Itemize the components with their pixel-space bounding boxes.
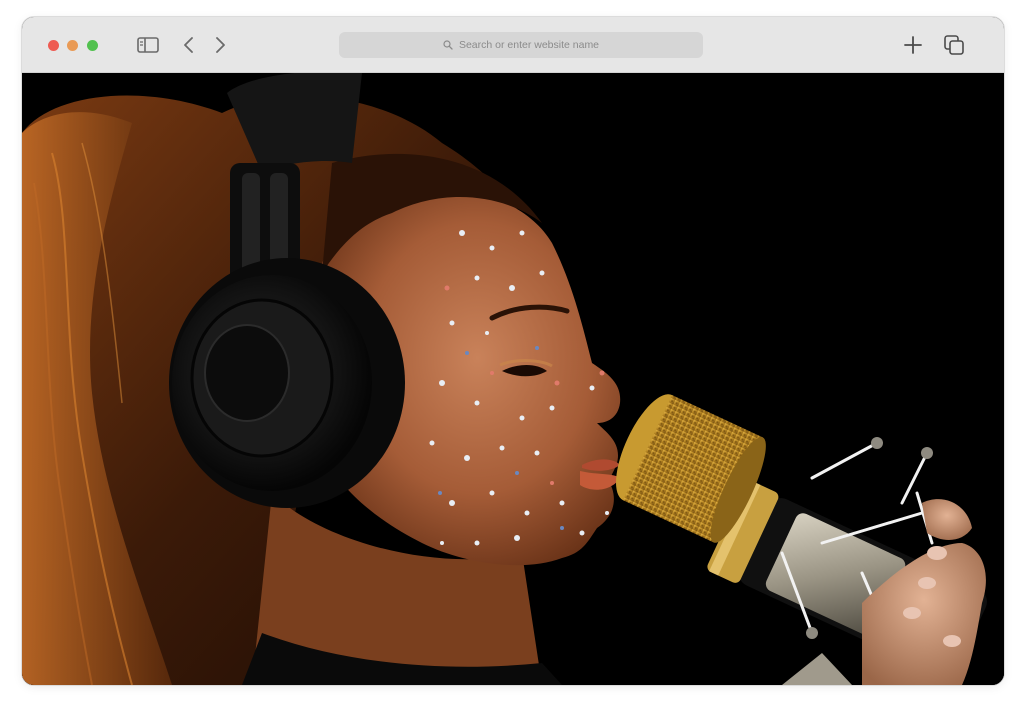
minimize-window-button[interactable] xyxy=(67,40,78,51)
browser-toolbar: Search or enter website name xyxy=(22,17,1004,73)
sidebar-toggle-button[interactable] xyxy=(135,33,161,57)
forward-icon xyxy=(214,37,226,53)
new-tab-button[interactable] xyxy=(900,33,926,57)
zoom-window-button[interactable] xyxy=(87,40,98,51)
browser-window: Search or enter website name xyxy=(22,17,1004,685)
plus-icon xyxy=(904,36,922,54)
back-icon xyxy=(183,37,195,53)
address-placeholder: Search or enter website name xyxy=(458,39,600,51)
back-button[interactable] xyxy=(176,33,202,57)
forward-button[interactable] xyxy=(207,33,233,57)
close-window-button[interactable] xyxy=(48,40,59,51)
hero-photo xyxy=(22,73,1004,685)
page-content xyxy=(22,73,1004,685)
search-icon xyxy=(443,40,453,50)
tabs-overview-icon xyxy=(944,35,964,55)
tab-overview-button[interactable] xyxy=(941,33,967,57)
address-bar[interactable]: Search or enter website name xyxy=(339,32,703,58)
sidebar-icon xyxy=(137,37,159,53)
